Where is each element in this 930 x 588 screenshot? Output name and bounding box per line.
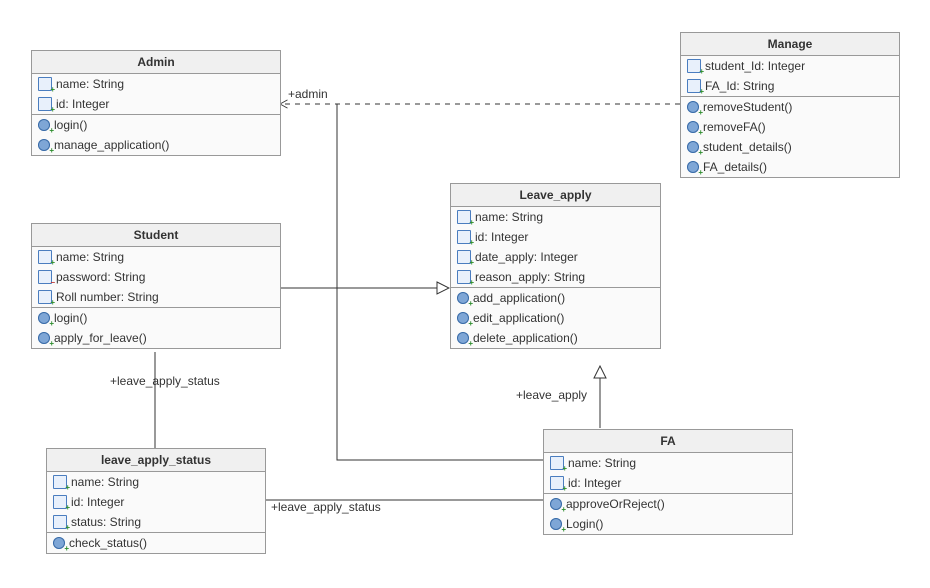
op-icon bbox=[38, 119, 50, 131]
op: Login() bbox=[566, 517, 603, 531]
op: add_application() bbox=[473, 291, 565, 305]
op: removeStudent() bbox=[703, 100, 792, 114]
attr-icon bbox=[38, 77, 52, 91]
attr: student_Id: Integer bbox=[705, 59, 805, 73]
label-las-right: +leave_apply_status bbox=[271, 500, 381, 514]
attr-icon bbox=[53, 495, 67, 509]
attr: name: String bbox=[475, 210, 543, 224]
class-admin-header: Admin bbox=[32, 51, 280, 74]
op-icon bbox=[38, 312, 50, 324]
class-admin: Admin name: String id: Integer login() m… bbox=[31, 50, 281, 156]
class-las-attrs: name: String id: Integer status: String bbox=[47, 472, 265, 533]
class-manage-header: Manage bbox=[681, 33, 899, 56]
op-icon bbox=[457, 312, 469, 324]
attr: name: String bbox=[568, 456, 636, 470]
op: approveOrReject() bbox=[566, 497, 665, 511]
op-icon bbox=[457, 332, 469, 344]
class-student: Student name: String password: String Ro… bbox=[31, 223, 281, 349]
op: edit_application() bbox=[473, 311, 564, 325]
attr-icon bbox=[53, 475, 67, 489]
op: FA_details() bbox=[703, 160, 767, 174]
attr-icon bbox=[550, 476, 564, 490]
attr-icon bbox=[53, 515, 67, 529]
class-leave-apply-status: leave_apply_status name: String id: Inte… bbox=[46, 448, 266, 554]
label-las-top: +leave_apply_status bbox=[110, 374, 220, 388]
class-admin-ops: login() manage_application() bbox=[32, 115, 280, 155]
attr: date_apply: Integer bbox=[475, 250, 578, 264]
class-leaveapply-ops: add_application() edit_application() del… bbox=[451, 288, 660, 348]
attr-icon bbox=[457, 270, 471, 284]
label-admin: +admin bbox=[288, 87, 328, 101]
attr-icon bbox=[38, 290, 52, 304]
op: login() bbox=[54, 118, 87, 132]
op: student_details() bbox=[703, 140, 792, 154]
attr-icon bbox=[687, 59, 701, 73]
attr-icon bbox=[38, 250, 52, 264]
op-icon bbox=[687, 101, 699, 113]
class-fa: FA name: String id: Integer approveOrRej… bbox=[543, 429, 793, 535]
class-leaveapply-header: Leave_apply bbox=[451, 184, 660, 207]
op: apply_for_leave() bbox=[54, 331, 147, 345]
class-manage-attrs: student_Id: Integer FA_Id: String bbox=[681, 56, 899, 97]
class-manage: Manage student_Id: Integer FA_Id: String… bbox=[680, 32, 900, 178]
attr-icon bbox=[687, 79, 701, 93]
op: check_status() bbox=[69, 536, 147, 550]
op-icon bbox=[550, 498, 562, 510]
op-icon bbox=[550, 518, 562, 530]
attr: id: Integer bbox=[71, 495, 124, 509]
attr: name: String bbox=[56, 250, 124, 264]
class-leave-apply: Leave_apply name: String id: Integer dat… bbox=[450, 183, 661, 349]
class-student-header: Student bbox=[32, 224, 280, 247]
attr: name: String bbox=[71, 475, 139, 489]
attr: id: Integer bbox=[56, 97, 109, 111]
op: manage_application() bbox=[54, 138, 169, 152]
op: login() bbox=[54, 311, 87, 325]
op: removeFA() bbox=[703, 120, 766, 134]
attr: id: Integer bbox=[475, 230, 528, 244]
op-icon bbox=[53, 537, 65, 549]
attr: Roll number: String bbox=[56, 290, 159, 304]
class-leaveapply-attrs: name: String id: Integer date_apply: Int… bbox=[451, 207, 660, 288]
op-icon bbox=[687, 161, 699, 173]
class-las-header: leave_apply_status bbox=[47, 449, 265, 472]
class-fa-attrs: name: String id: Integer bbox=[544, 453, 792, 494]
attr: FA_Id: String bbox=[705, 79, 774, 93]
attr: password: String bbox=[56, 270, 145, 284]
class-student-ops: login() apply_for_leave() bbox=[32, 308, 280, 348]
attr-icon bbox=[550, 456, 564, 470]
attr-icon bbox=[38, 97, 52, 111]
attr-icon bbox=[457, 210, 471, 224]
attr: id: Integer bbox=[568, 476, 621, 490]
attr-icon-private bbox=[38, 270, 52, 284]
op-icon bbox=[457, 292, 469, 304]
op-icon bbox=[687, 121, 699, 133]
class-fa-header: FA bbox=[544, 430, 792, 453]
class-fa-ops: approveOrReject() Login() bbox=[544, 494, 792, 534]
op-icon bbox=[687, 141, 699, 153]
attr-icon bbox=[457, 230, 471, 244]
op: delete_application() bbox=[473, 331, 578, 345]
class-admin-attrs: name: String id: Integer bbox=[32, 74, 280, 115]
attr: name: String bbox=[56, 77, 124, 91]
label-leave-apply: +leave_apply bbox=[516, 388, 587, 402]
attr: status: String bbox=[71, 515, 141, 529]
attr-icon bbox=[457, 250, 471, 264]
class-manage-ops: removeStudent() removeFA() student_detai… bbox=[681, 97, 899, 177]
class-student-attrs: name: String password: String Roll numbe… bbox=[32, 247, 280, 308]
attr: reason_apply: String bbox=[475, 270, 585, 284]
op-icon bbox=[38, 332, 50, 344]
op-icon bbox=[38, 139, 50, 151]
class-las-ops: check_status() bbox=[47, 533, 265, 553]
